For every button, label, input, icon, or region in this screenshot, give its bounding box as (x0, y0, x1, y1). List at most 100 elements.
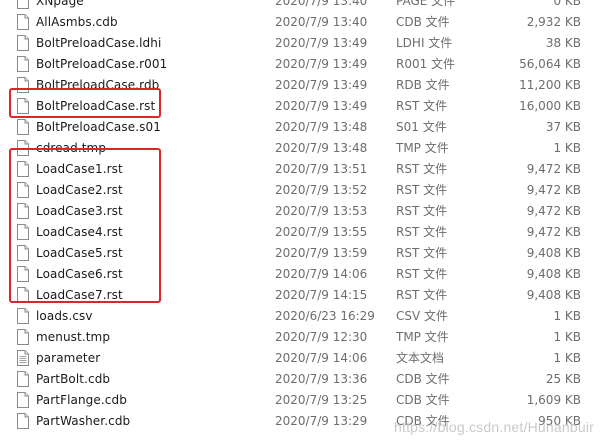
file-date-modified: 2020/7/9 13:49 (275, 78, 368, 92)
file-name: LoadCase5.rst (36, 246, 123, 260)
file-type: RST 文件 (396, 99, 448, 113)
file-row[interactable]: LoadCase7.rst 2020/7/9 14:15 RST 文件 9,408 K… (0, 285, 608, 306)
file-row[interactable]: LoadCase4.rst 2020/7/9 13:55 RST 文件 9,472 K… (0, 222, 608, 243)
file-size: 56,064 KB (519, 57, 581, 71)
file-name: BoltPreloadCase.s01 (36, 120, 161, 134)
file-type: RST 文件 (396, 288, 448, 302)
document-icon (17, 0, 29, 9)
file-type: CDB 文件 (396, 15, 450, 29)
file-type: R001 文件 (396, 57, 456, 71)
file-name: cdread.tmp (36, 141, 107, 155)
file-name: LoadCase2.rst (36, 183, 123, 197)
file-row[interactable]: loads.csv 2020/6/23 16:29 CSV 文件 1 KB (0, 306, 608, 327)
document-icon (17, 329, 29, 345)
file-size: 2,932 KB (526, 15, 581, 29)
file-type: RST 文件 (396, 267, 448, 281)
document-icon (17, 287, 29, 303)
file-date-modified: 2020/7/9 13:52 (275, 183, 368, 197)
watermark: https://blog.csdn.net/Hunanbuir (394, 419, 594, 435)
document-icon (17, 140, 29, 156)
file-size: 9,472 KB (526, 204, 581, 218)
document-icon (17, 371, 29, 387)
file-row[interactable]: LoadCase3.rst 2020/7/9 13:53 RST 文件 9,472 K… (0, 201, 608, 222)
file-date-modified: 2020/7/9 13:59 (275, 246, 368, 260)
file-name: PartFlange.cdb (36, 393, 127, 407)
file-date-modified: 2020/7/9 14:06 (275, 351, 368, 365)
file-row[interactable]: XNpage 2020/7/9 13:40 PAGE 文件 0 KB (0, 0, 608, 12)
document-icon (17, 392, 29, 408)
file-row[interactable]: cdread.tmp 2020/7/9 13:48 TMP 文件 1 KB (0, 138, 608, 159)
document-icon (17, 224, 29, 240)
file-row[interactable]: BoltPreloadCase.ldhi 2020/7/9 13:49 LDHI 文… (0, 33, 608, 54)
file-name: AllAsmbs.cdb (36, 15, 118, 29)
file-row[interactable]: BoltPreloadCase.rdb 2020/7/9 13:49 RDB 文件 1… (0, 75, 608, 96)
file-size: 9,472 KB (526, 183, 581, 197)
file-type: RST 文件 (396, 204, 448, 218)
file-size: 25 KB (545, 372, 581, 386)
file-row[interactable]: BoltPreloadCase.s01 2020/7/9 13:48 S01 文件 3… (0, 117, 608, 138)
file-size: 11,200 KB (519, 78, 581, 92)
file-row[interactable]: BoltPreloadCase.r001 2020/7/9 13:49 R001 文… (0, 54, 608, 75)
file-type: LDHI 文件 (396, 36, 453, 50)
file-date-modified: 2020/7/9 14:15 (275, 288, 368, 302)
file-type: CDB 文件 (396, 372, 450, 386)
file-list: XNpage 2020/7/9 13:40 PAGE 文件 0 KB AllAsmbs.… (0, 0, 608, 432)
file-row[interactable]: LoadCase6.rst 2020/7/9 14:06 RST 文件 9,408 K… (0, 264, 608, 285)
file-type: TMP 文件 (396, 330, 449, 344)
file-size: 9,472 KB (526, 162, 581, 176)
file-date-modified: 2020/7/9 13:48 (275, 120, 368, 134)
file-name: LoadCase6.rst (36, 267, 123, 281)
file-size: 9,408 KB (526, 246, 581, 260)
file-size: 1 KB (553, 309, 581, 323)
file-row[interactable]: BoltPreloadCase.rst 2020/7/9 13:49 RST 文件 1… (0, 96, 608, 117)
file-date-modified: 2020/7/9 13:49 (275, 36, 368, 50)
file-size: 1,609 KB (526, 393, 581, 407)
file-name: loads.csv (36, 309, 93, 323)
file-date-modified: 2020/7/9 13:48 (275, 141, 368, 155)
file-name: PartBolt.cdb (36, 372, 111, 386)
file-size: 1 KB (553, 351, 581, 365)
file-date-modified: 2020/7/9 14:06 (275, 267, 368, 281)
file-date-modified: 2020/7/9 13:40 (275, 0, 368, 8)
file-row[interactable]: LoadCase1.rst 2020/7/9 13:51 RST 文件 9,472 K… (0, 159, 608, 180)
file-size: 9,472 KB (526, 225, 581, 239)
file-size: 9,408 KB (526, 267, 581, 281)
document-icon (17, 98, 29, 114)
file-name: LoadCase1.rst (36, 162, 123, 176)
file-name: LoadCase4.rst (36, 225, 123, 239)
file-row[interactable]: LoadCase2.rst 2020/7/9 13:52 RST 文件 9,472 K… (0, 180, 608, 201)
file-date-modified: 2020/7/9 13:53 (275, 204, 368, 218)
file-type: S01 文件 (396, 120, 447, 134)
file-size: 9,408 KB (526, 288, 581, 302)
file-size: 37 KB (545, 120, 581, 134)
file-size: 1 KB (553, 141, 581, 155)
document-icon (17, 119, 29, 135)
document-icon (17, 77, 29, 93)
document-icon (17, 161, 29, 177)
file-row[interactable]: AllAsmbs.cdb 2020/7/9 13:40 CDB 文件 2,932 KB (0, 12, 608, 33)
file-row[interactable]: parameter 2020/7/9 14:06 文本文档 1 KB (0, 348, 608, 369)
document-icon (17, 266, 29, 282)
file-type: RST 文件 (396, 183, 448, 197)
file-name: XNpage (36, 0, 84, 8)
document-icon (17, 14, 29, 30)
file-row[interactable]: PartFlange.cdb 2020/7/9 13:25 CDB 文件 1,609 … (0, 390, 608, 411)
document-icon (17, 56, 29, 72)
file-date-modified: 2020/7/9 13:40 (275, 15, 368, 29)
file-name: PartWasher.cdb (36, 414, 131, 428)
file-type: CSV 文件 (396, 309, 449, 323)
file-row[interactable]: LoadCase5.rst 2020/7/9 13:59 RST 文件 9,408 K… (0, 243, 608, 264)
document-icon (17, 203, 29, 219)
document-icon (17, 245, 29, 261)
document-icon (17, 182, 29, 198)
file-date-modified: 2020/7/9 13:51 (275, 162, 368, 176)
file-size: 16,000 KB (519, 99, 581, 113)
file-row[interactable]: menust.tmp 2020/7/9 12:30 TMP 文件 1 KB (0, 327, 608, 348)
file-date-modified: 2020/7/9 13:49 (275, 57, 368, 71)
file-name: BoltPreloadCase.ldhi (36, 36, 162, 50)
document-icon (17, 35, 29, 51)
file-type: PAGE 文件 (396, 0, 456, 8)
file-row[interactable]: PartBolt.cdb 2020/7/9 13:36 CDB 文件 25 KB (0, 369, 608, 390)
file-date-modified: 2020/7/9 13:55 (275, 225, 368, 239)
file-name: LoadCase7.rst (36, 288, 123, 302)
